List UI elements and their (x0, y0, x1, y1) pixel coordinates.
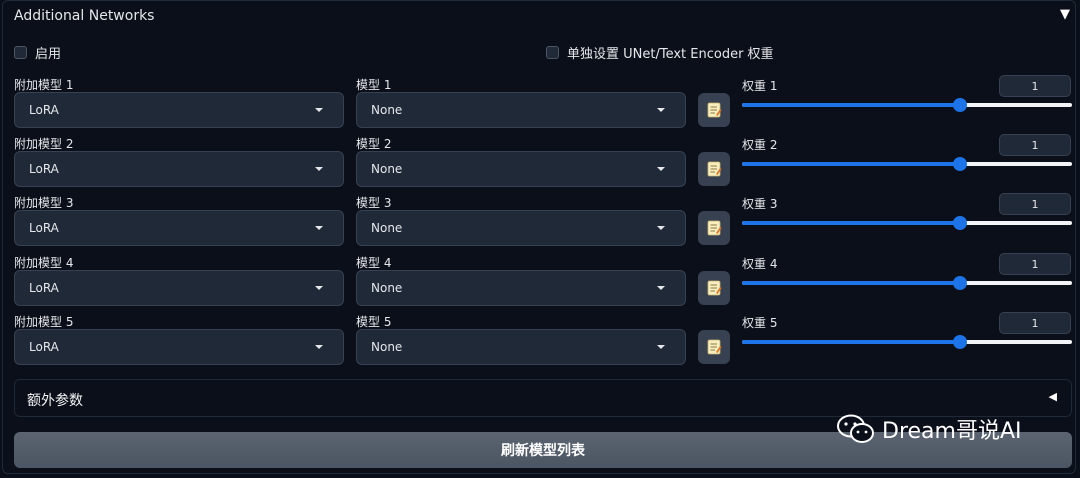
slider-fill (742, 281, 960, 285)
weight-label: 权重 4 (742, 257, 778, 271)
enable-label: 启用 (35, 47, 62, 62)
weight-input[interactable]: 1 (999, 312, 1071, 334)
weight-input[interactable]: 1 (999, 75, 1071, 97)
weight-label: 权重 1 (742, 79, 778, 93)
network-type-value: LoRA (29, 221, 59, 235)
notepad-icon (707, 220, 722, 236)
checkbox-box[interactable] (546, 46, 559, 59)
network-type-dropdown[interactable]: LoRA (14, 151, 344, 187)
caret-down-icon (315, 345, 323, 349)
weight-slider[interactable] (742, 157, 1072, 171)
weight-label: 权重 2 (742, 138, 778, 152)
weight-slider[interactable] (742, 276, 1072, 290)
weight-input[interactable]: 1 (999, 253, 1071, 275)
notepad-icon (707, 339, 722, 355)
model-dropdown[interactable]: None (356, 270, 686, 306)
model-value: None (371, 162, 403, 176)
network-type-value: LoRA (29, 340, 59, 354)
weight-slider[interactable] (742, 216, 1072, 230)
caret-down-icon (315, 108, 323, 112)
model-info-button[interactable] (698, 93, 730, 127)
slider-thumb[interactable] (952, 276, 967, 290)
network-type-label: 附加模型 1 (14, 78, 74, 92)
model-dropdown[interactable]: None (356, 92, 686, 128)
slider-fill (742, 103, 960, 107)
network-type-dropdown[interactable]: LoRA (14, 329, 344, 365)
expand-icon[interactable]: ◀ (1049, 390, 1057, 403)
slider-fill (742, 221, 960, 225)
model-dropdown[interactable]: None (356, 210, 686, 246)
collapse-icon[interactable]: ▼ (1060, 7, 1070, 22)
wechat-icon (837, 414, 874, 443)
model-dropdown[interactable]: None (356, 329, 686, 365)
caret-down-icon (657, 345, 665, 349)
watermark: Dream哥说AI (836, 413, 1022, 445)
panel-title: Additional Networks (14, 8, 155, 24)
model-value: None (371, 221, 403, 235)
network-type-dropdown[interactable]: LoRA (14, 270, 344, 306)
notepad-icon (707, 280, 722, 296)
model-label: 模型 3 (356, 196, 392, 210)
slider-thumb[interactable] (952, 157, 967, 171)
network-type-label: 附加模型 2 (14, 137, 74, 151)
model-label: 模型 5 (356, 315, 392, 329)
caret-down-icon (657, 286, 665, 290)
extra-params-label: 额外参数 (27, 393, 83, 409)
slider-fill (742, 162, 960, 166)
notepad-icon (707, 161, 722, 177)
weight-label: 权重 3 (742, 197, 778, 211)
model-value: None (371, 340, 403, 354)
weight-label: 权重 5 (742, 316, 778, 330)
model-info-button[interactable] (698, 211, 730, 245)
slider-fill (742, 340, 960, 344)
weight-slider[interactable] (742, 98, 1072, 112)
network-type-label: 附加模型 4 (14, 256, 74, 270)
checkbox-box[interactable] (14, 46, 27, 59)
model-dropdown[interactable]: None (356, 151, 686, 187)
model-value: None (371, 281, 403, 295)
caret-down-icon (315, 286, 323, 290)
network-type-dropdown[interactable]: LoRA (14, 92, 344, 128)
network-type-value: LoRA (29, 162, 59, 176)
network-type-label: 附加模型 3 (14, 196, 74, 210)
network-type-dropdown[interactable]: LoRA (14, 210, 344, 246)
model-info-button[interactable] (698, 152, 730, 186)
extra-params-accordion[interactable]: 额外参数 ◀ (14, 379, 1072, 417)
slider-thumb[interactable] (952, 335, 967, 349)
caret-down-icon (657, 108, 665, 112)
notepad-icon (707, 102, 722, 118)
network-type-value: LoRA (29, 103, 59, 117)
caret-down-icon (315, 226, 323, 230)
slider-thumb[interactable] (952, 98, 967, 112)
weight-input[interactable]: 1 (999, 134, 1071, 156)
network-type-value: LoRA (29, 281, 59, 295)
caret-down-icon (657, 226, 665, 230)
separate-weights-label: 单独设置 UNet/Text Encoder 权重 (567, 47, 774, 62)
weight-input[interactable]: 1 (999, 193, 1071, 215)
watermark-text: Dream哥说AI (882, 419, 1022, 444)
model-label: 模型 1 (356, 78, 392, 92)
weight-slider[interactable] (742, 335, 1072, 349)
slider-thumb[interactable] (952, 216, 967, 230)
model-info-button[interactable] (698, 330, 730, 364)
caret-down-icon (657, 167, 665, 171)
network-type-label: 附加模型 5 (14, 315, 74, 329)
model-info-button[interactable] (698, 271, 730, 305)
enable-checkbox[interactable]: 启用 (14, 43, 61, 62)
model-value: None (371, 103, 403, 117)
separate-weights-checkbox[interactable]: 单独设置 UNet/Text Encoder 权重 (546, 43, 774, 62)
caret-down-icon (315, 167, 323, 171)
model-label: 模型 4 (356, 256, 392, 270)
model-label: 模型 2 (356, 137, 392, 151)
